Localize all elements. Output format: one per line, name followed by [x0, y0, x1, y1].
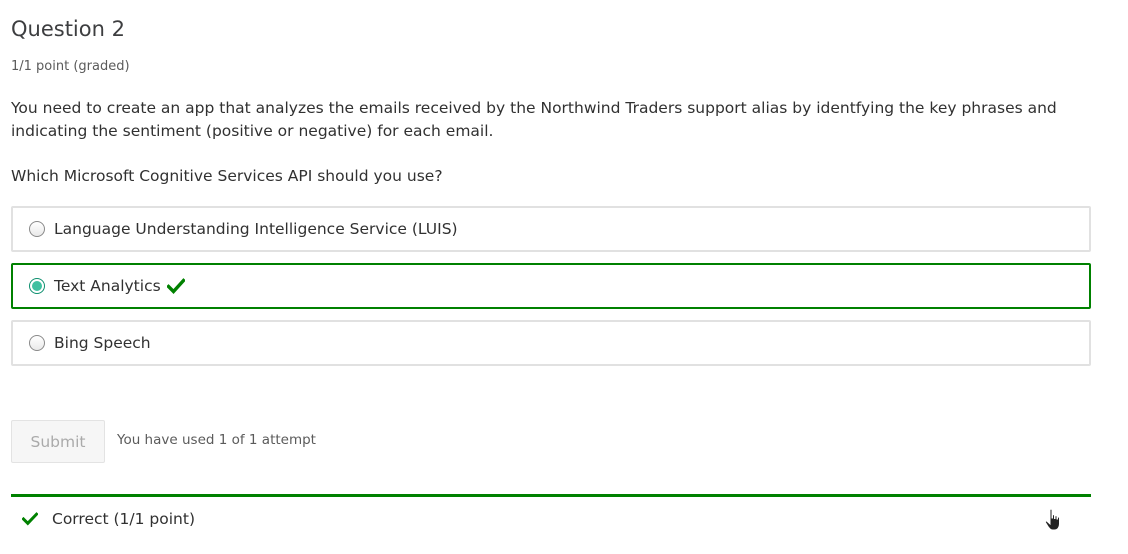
radio-button[interactable] — [29, 221, 45, 237]
submit-button[interactable]: Submit — [11, 420, 105, 463]
choice-luis[interactable]: Language Understanding Intelligence Serv… — [11, 206, 1091, 252]
problem-question: Which Microsoft Cognitive Services API s… — [11, 167, 443, 185]
checkmark-icon — [166, 278, 185, 294]
attempts-text: You have used 1 of 1 attempt — [117, 432, 316, 448]
choice-label: Bing Speech — [54, 334, 151, 352]
problem-title: Question 2 — [11, 17, 125, 41]
problem-grade: 1/1 point (graded) — [11, 59, 130, 74]
choice-label: Language Understanding Intelligence Serv… — [54, 220, 458, 238]
feedback-notification: Correct (1/1 point) — [11, 494, 1091, 554]
radio-button-selected[interactable] — [29, 278, 45, 294]
hand-cursor-icon — [1044, 508, 1064, 536]
choice-label: Text Analytics — [54, 277, 161, 295]
radio-button[interactable] — [29, 335, 45, 351]
checkmark-icon — [21, 511, 39, 530]
feedback-status: Correct (1/1 point) — [52, 510, 195, 528]
choice-text-analytics[interactable]: Text Analytics — [11, 263, 1091, 309]
choice-bing-speech[interactable]: Bing Speech — [11, 320, 1091, 366]
problem-prompt: You need to create an app that analyzes … — [11, 99, 1057, 140]
